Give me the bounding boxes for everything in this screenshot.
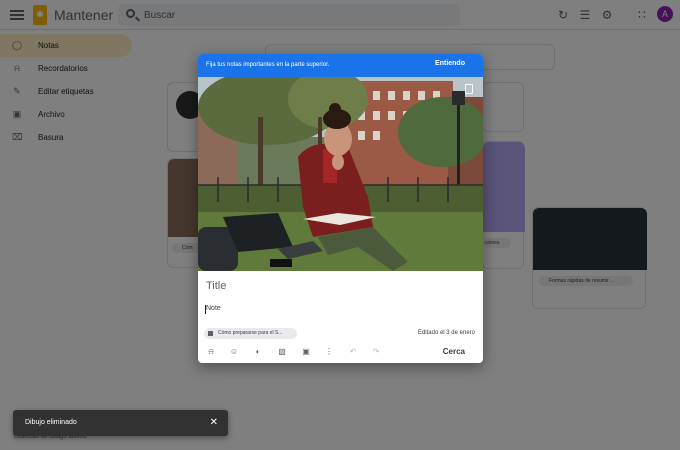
note-body-input[interactable]: Note <box>206 305 221 312</box>
note-title-input[interactable]: Title <box>206 280 226 292</box>
close-button[interactable]: Cerca <box>443 347 465 356</box>
more-icon[interactable]: ⋮ <box>324 347 334 357</box>
pin-icon[interactable] <box>465 84 473 94</box>
banner-text: Fija tus notas importantes en la parte s… <box>206 62 330 68</box>
snackbar: Dibujo eliminado ✕ <box>13 410 228 436</box>
image-icon[interactable]: ▧ <box>277 347 287 357</box>
archive-icon[interactable]: ▣ <box>301 347 311 357</box>
undo-icon[interactable]: ↶ <box>348 347 358 357</box>
collaborator-icon[interactable]: ☺ <box>229 347 239 357</box>
got-it-button[interactable]: Entiendo <box>435 60 465 67</box>
label-chip[interactable]: Cómo prepararse para el S... <box>204 328 297 339</box>
note-link-icon <box>208 331 213 336</box>
note-photo-illustration <box>198 77 483 271</box>
pin-tip-banner: Fija tus notas importantes en la parte s… <box>198 54 483 77</box>
note-editor-dialog: Fija tus notas importantes en la parte s… <box>198 54 483 363</box>
note-image[interactable] <box>198 77 483 271</box>
close-icon[interactable]: ✕ <box>210 417 218 429</box>
edited-timestamp: Editado el 3 de enero <box>417 330 475 336</box>
reminder-icon[interactable]: ⍾ <box>206 347 216 357</box>
palette-icon[interactable]: ◐ <box>253 347 263 357</box>
label-chip-text: Cómo prepararse para el S... <box>218 330 283 336</box>
redo-icon[interactable]: ↷ <box>371 347 381 357</box>
snackbar-text: Dibujo eliminado <box>25 419 77 426</box>
